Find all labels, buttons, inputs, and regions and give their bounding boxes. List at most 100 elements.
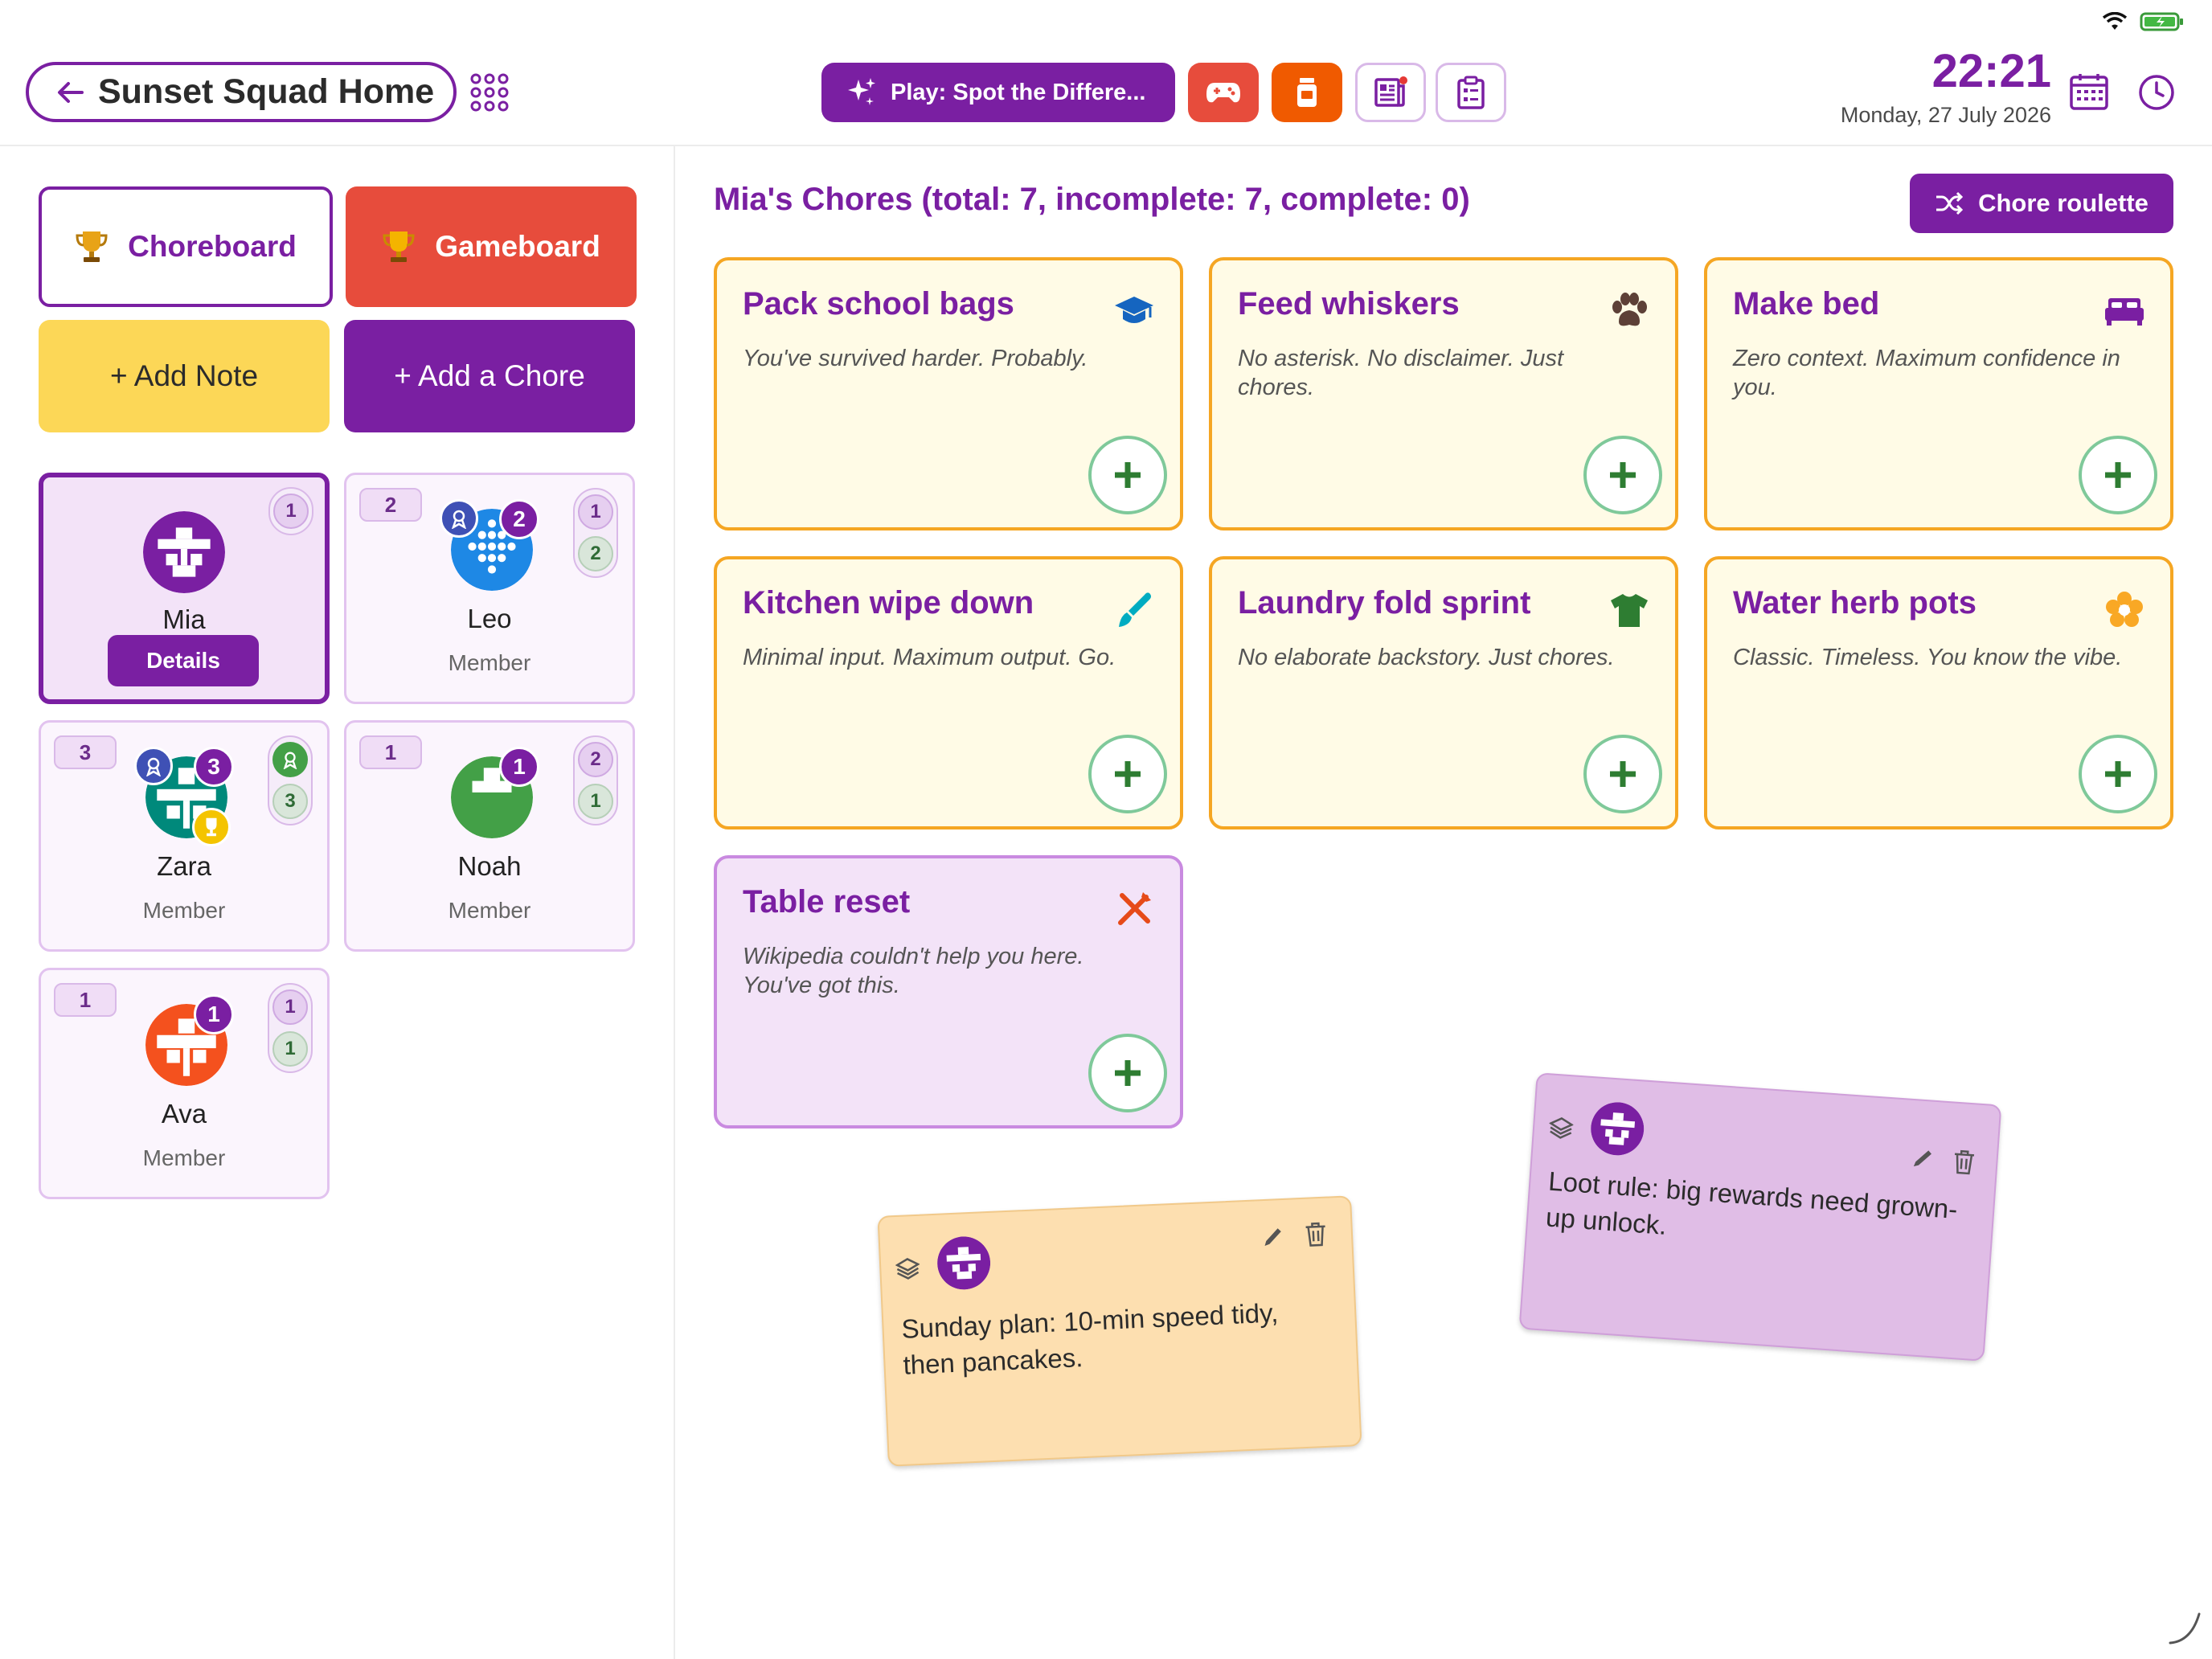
choreboard-label: Choreboard [128, 230, 297, 263]
sticky-note[interactable]: Sunday plan: 10-min speed tidy, then pan… [877, 1195, 1362, 1467]
paw-icon [1608, 289, 1651, 333]
layers-icon[interactable] [1548, 1115, 1575, 1141]
stat-count: 2 [578, 536, 613, 571]
gameboard-button[interactable]: Gameboard [346, 186, 637, 307]
member-stats-pill: 1 1 [268, 983, 313, 1073]
chore-description: Minimal input. Maximum output. Go. [743, 645, 1116, 670]
calendar-icon[interactable] [2069, 72, 2109, 111]
trash-icon[interactable] [1304, 1221, 1327, 1247]
fork-knife-icon [1112, 887, 1156, 931]
jar-button[interactable] [1272, 63, 1342, 122]
choreboard-button[interactable]: Choreboard [39, 186, 333, 307]
complete-chore-button[interactable] [1583, 436, 1662, 514]
member-card-leo[interactable]: 2 1 2 2 Leo Member [344, 473, 635, 704]
clipboard-list-icon [1457, 76, 1485, 109]
sparkles-icon [848, 78, 875, 105]
bed-icon [2103, 289, 2146, 333]
chore-description: Wikipedia couldn't help you here. You've… [743, 944, 1084, 999]
member-card-ava[interactable]: 1 1 1 1 Ava Member [39, 968, 330, 1199]
award-badge-icon [440, 499, 478, 538]
chore-title: Kitchen wipe down [743, 585, 1034, 621]
gamepad-button[interactable] [1188, 63, 1259, 122]
chore-card[interactable]: Pack school bags You've survived harder.… [714, 257, 1183, 530]
member-name: Zara [157, 851, 211, 881]
note-text: Loot rule: big rewards need grown-up unl… [1545, 1165, 1959, 1240]
play-game-button[interactable]: Play: Spot the Differe... [821, 63, 1175, 122]
member-name: Noah [457, 851, 522, 881]
news-button[interactable] [1355, 63, 1426, 122]
complete-chore-button[interactable] [2079, 735, 2157, 813]
chore-count-badge: 1 [499, 747, 539, 787]
gamepad-icon [1206, 83, 1240, 103]
apps-grid-icon[interactable] [469, 72, 510, 113]
graduation-cap-icon [1112, 289, 1156, 333]
add-note-button[interactable]: + Add Note [39, 320, 330, 432]
pencil-icon[interactable] [1260, 1224, 1285, 1249]
award-badge-icon [272, 742, 308, 777]
plus-icon [1610, 462, 1636, 488]
avatar [1591, 1102, 1645, 1156]
brush-icon [1112, 588, 1156, 632]
add-chore-button[interactable]: + Add a Chore [344, 320, 635, 432]
level-tag: 3 [54, 735, 117, 769]
chore-card[interactable]: Kitchen wipe down Minimal input. Maximum… [714, 556, 1183, 830]
chores-summary-title: Mia's Chores (total: 7, incomplete: 7, c… [714, 182, 1470, 217]
pencil-icon[interactable] [1911, 1145, 1936, 1171]
chore-title: Pack school bags [743, 286, 1014, 322]
stat-count: 3 [272, 784, 308, 819]
chore-card[interactable]: Make bed Zero context. Maximum confidenc… [1704, 257, 2173, 530]
chore-count-badge: 1 [194, 994, 234, 1034]
details-button[interactable]: Details [108, 635, 259, 686]
member-name: Ava [161, 1099, 207, 1129]
chore-card[interactable]: Laundry fold sprint No elaborate backsto… [1209, 556, 1678, 830]
current-time: 22:21 [1931, 45, 2051, 97]
chore-card[interactable]: Feed whiskers No asterisk. No disclaimer… [1209, 257, 1678, 530]
member-card-zara[interactable]: 3 3 3 Zara Member [39, 720, 330, 952]
plus-icon [1115, 1060, 1141, 1086]
complete-chore-button[interactable] [1088, 735, 1167, 813]
complete-chore-button[interactable] [1583, 735, 1662, 813]
complete-chore-button[interactable] [1088, 1034, 1167, 1112]
stat-count: 1 [578, 494, 613, 530]
sticky-note[interactable]: Loot rule: big rewards need grown-up unl… [1518, 1072, 2002, 1362]
plus-icon [2105, 462, 2131, 488]
shuffle-icon [1936, 191, 1964, 215]
member-stats-pill: 2 1 [573, 735, 618, 825]
member-role: Member [142, 898, 226, 923]
checklist-button[interactable] [1436, 63, 1506, 122]
current-date: Monday, 27 July 2026 [1840, 103, 2051, 127]
resize-handle-icon[interactable] [2167, 1611, 2202, 1646]
complete-chore-button[interactable] [1088, 436, 1167, 514]
newspaper-icon [1374, 76, 1407, 107]
note-text: Sunday plan: 10-min speed tidy, then pan… [900, 1297, 1280, 1380]
chore-roulette-button[interactable]: Chore roulette [1910, 174, 2173, 233]
member-role: Member [142, 1145, 226, 1170]
clock-display: 22:21 Monday, 27 July 2026 [1841, 48, 2051, 128]
level-tag: 1 [54, 983, 117, 1017]
shirt-icon [1608, 588, 1651, 632]
layers-icon[interactable] [895, 1256, 920, 1281]
complete-chore-button[interactable] [2079, 436, 2157, 514]
clock-icon[interactable] [2138, 74, 2175, 111]
add-note-label: + Add Note [109, 359, 259, 392]
plus-icon [1610, 761, 1636, 787]
member-card-mia[interactable]: 1 Mia Details [39, 473, 330, 704]
trash-icon[interactable] [1952, 1149, 1976, 1176]
chore-description: Classic. Timeless. You know the vibe. [1733, 645, 2123, 670]
chore-card[interactable]: Table reset Wikipedia couldn't help you … [714, 855, 1183, 1129]
chore-card[interactable]: Water herb pots Classic. Timeless. You k… [1704, 556, 2173, 830]
member-name: Mia [162, 604, 206, 634]
member-role: Member [448, 650, 531, 675]
trophy-icon [383, 231, 415, 262]
avatar [937, 1236, 991, 1290]
plus-icon [2105, 761, 2131, 787]
member-role: Member [448, 898, 531, 923]
trophy-icon [76, 231, 108, 262]
member-card-noah[interactable]: 1 2 1 1 Noah Member [344, 720, 635, 952]
gameboard-label: Gameboard [435, 230, 600, 263]
stat-count: 2 [578, 742, 613, 777]
chore-title: Laundry fold sprint [1238, 585, 1531, 621]
chore-title: Feed whiskers [1238, 286, 1460, 322]
chore-title: Table reset [743, 884, 911, 920]
back-home-button[interactable]: Sunset Squad Home [26, 62, 457, 122]
